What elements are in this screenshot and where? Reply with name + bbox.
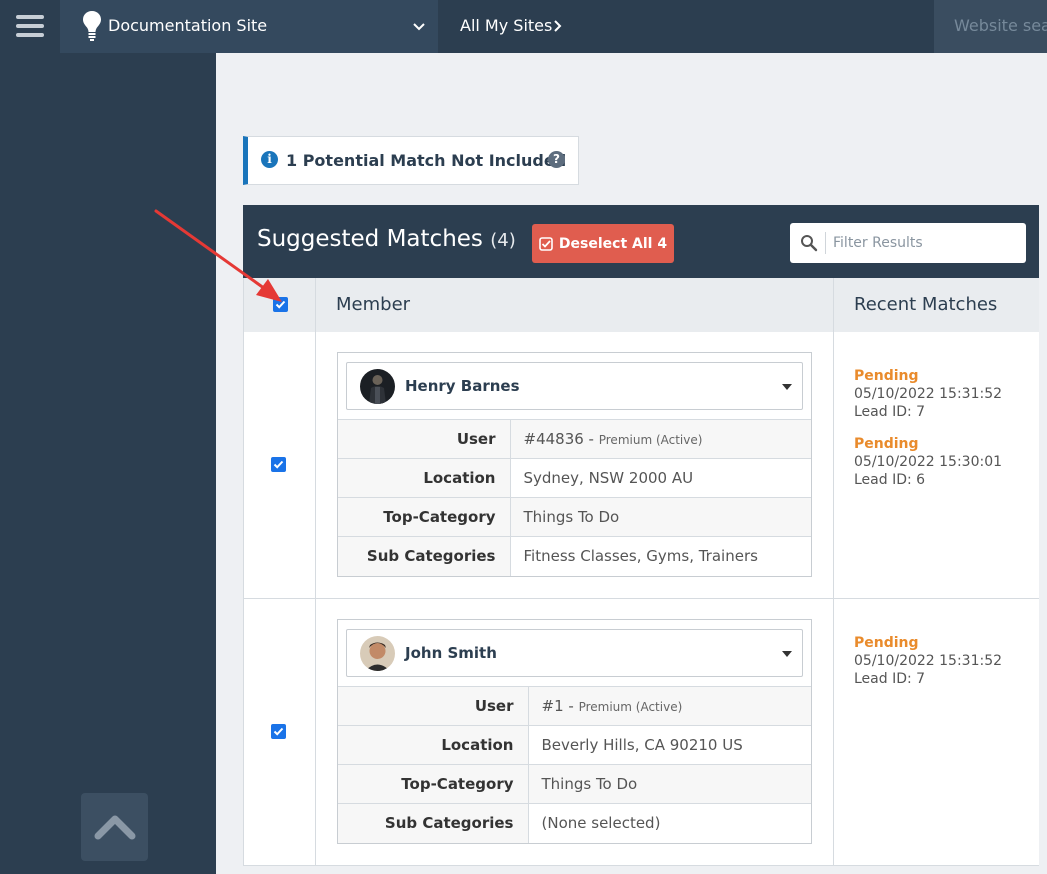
field-value: #1 - Premium (Active) bbox=[528, 686, 811, 726]
recent-matches-cell: Pending 05/10/2022 15:31:52 Lead ID: 7 P… bbox=[833, 332, 1040, 598]
filter-separator bbox=[825, 232, 826, 254]
all-my-sites-link[interactable]: All My Sites bbox=[460, 16, 552, 35]
field-value: Things To Do bbox=[528, 764, 811, 804]
recent-match: Pending 05/10/2022 15:31:52 Lead ID: 7 bbox=[854, 367, 1002, 421]
filter-results-input[interactable] bbox=[833, 232, 1018, 254]
member-column-header: Member bbox=[336, 294, 411, 315]
lead-id: Lead ID: 7 bbox=[854, 404, 926, 420]
hamburger-menu-button[interactable] bbox=[0, 0, 60, 53]
menu-icon-bar bbox=[16, 33, 44, 37]
match-date: 05/10/2022 15:31:52 bbox=[854, 653, 1003, 669]
member-card: John Smith User #1 - Premium (Active) Lo… bbox=[337, 619, 812, 844]
top-bar: Documentation Site All My Sites Website … bbox=[0, 0, 1047, 53]
member-select[interactable]: Henry Barnes bbox=[346, 362, 803, 410]
field-value: Fitness Classes, Gyms, Trainers bbox=[510, 536, 811, 576]
details-row-top-category: Top-Category Things To Do bbox=[338, 497, 811, 537]
field-label: Top-Category bbox=[338, 497, 511, 537]
filter-results-box[interactable] bbox=[790, 223, 1026, 263]
recent-matches-column: Recent Matches bbox=[833, 278, 1040, 332]
field-value: Beverly Hills, CA 90210 US bbox=[528, 725, 811, 765]
scroll-to-top-button[interactable] bbox=[81, 793, 148, 861]
match-status: Pending bbox=[854, 368, 919, 384]
details-row-location: Location Beverly Hills, CA 90210 US bbox=[338, 725, 811, 765]
avatar bbox=[360, 636, 395, 671]
check-icon bbox=[273, 727, 284, 736]
match-status: Pending bbox=[854, 635, 919, 651]
field-value: Things To Do bbox=[510, 497, 811, 537]
search-icon bbox=[801, 235, 818, 252]
membership-status: Premium (Active) bbox=[578, 700, 683, 714]
site-selector[interactable]: Documentation Site bbox=[60, 0, 438, 53]
recent-match: Pending 05/10/2022 15:31:52 Lead ID: 7 bbox=[854, 634, 1002, 688]
match-date: 05/10/2022 15:30:01 bbox=[854, 454, 1003, 470]
field-label: User bbox=[338, 686, 529, 726]
chevron-up-icon bbox=[94, 815, 136, 840]
field-label: Sub Categories bbox=[338, 803, 529, 843]
potential-match-alert: i 1 Potential Match Not Included ? bbox=[243, 136, 579, 185]
chevron-down-icon bbox=[413, 23, 425, 31]
row-checkbox[interactable] bbox=[271, 724, 286, 739]
user-id: #44836 - bbox=[523, 430, 599, 448]
check-icon bbox=[273, 460, 284, 469]
details-row-user: User #44836 - Premium (Active) bbox=[338, 419, 811, 459]
chevron-right-icon bbox=[554, 20, 562, 32]
caret-down-icon bbox=[782, 384, 792, 390]
details-row-top-category: Top-Category Things To Do bbox=[338, 764, 811, 804]
row-check-cell bbox=[244, 599, 316, 865]
row-check-cell bbox=[244, 332, 316, 598]
member-select[interactable]: John Smith bbox=[346, 629, 803, 677]
field-value: (None selected) bbox=[528, 803, 811, 843]
row-checkbox[interactable] bbox=[271, 457, 286, 472]
member-name: Henry Barnes bbox=[405, 377, 520, 395]
website-search-field[interactable]: Website search bbox=[934, 0, 1047, 53]
member-card: Henry Barnes User #44836 - Premium (Acti… bbox=[337, 352, 812, 577]
deselect-all-label: Deselect All 4 bbox=[558, 235, 668, 252]
field-label: Location bbox=[338, 458, 511, 498]
membership-status: Premium (Active) bbox=[598, 433, 703, 447]
member-details-table: User #1 - Premium (Active) Location Beve… bbox=[338, 686, 811, 843]
lightbulb-icon bbox=[83, 11, 101, 41]
site-name: Documentation Site bbox=[108, 16, 268, 35]
field-value: Sydney, NSW 2000 AU bbox=[510, 458, 811, 498]
details-row-sub-categories: Sub Categories (None selected) bbox=[338, 803, 811, 843]
info-icon: i bbox=[261, 151, 278, 168]
field-label: User bbox=[338, 419, 511, 459]
recent-matches-cell: Pending 05/10/2022 15:31:52 Lead ID: 7 bbox=[833, 599, 1040, 865]
recent-matches-column-header: Recent Matches bbox=[854, 294, 998, 315]
field-label: Sub Categories bbox=[338, 536, 511, 576]
caret-down-icon bbox=[782, 651, 792, 657]
field-label: Top-Category bbox=[338, 764, 529, 804]
recent-match: Pending 05/10/2022 15:30:01 Lead ID: 6 bbox=[854, 435, 1002, 489]
menu-icon-bar bbox=[16, 15, 44, 19]
lead-id: Lead ID: 6 bbox=[854, 472, 926, 488]
website-search-placeholder: Website search bbox=[954, 16, 1047, 35]
field-value: #44836 - Premium (Active) bbox=[510, 419, 811, 459]
question-icon[interactable]: ? bbox=[548, 151, 565, 168]
check-square-icon bbox=[539, 236, 553, 251]
sidebar bbox=[0, 53, 216, 874]
table-row: John Smith User #1 - Premium (Active) Lo… bbox=[243, 599, 1039, 866]
alert-text: 1 Potential Match Not Included bbox=[286, 151, 567, 170]
member-details-table: User #44836 - Premium (Active) Location … bbox=[338, 419, 811, 576]
match-status: Pending bbox=[854, 436, 919, 452]
deselect-all-button[interactable]: Deselect All 4 bbox=[532, 224, 674, 263]
match-count: (4) bbox=[490, 230, 516, 251]
match-date: 05/10/2022 15:31:52 bbox=[854, 386, 1003, 402]
menu-icon-bar bbox=[16, 24, 44, 28]
details-row-sub-categories: Sub Categories Fitness Classes, Gyms, Tr… bbox=[338, 536, 811, 576]
annotation-arrow bbox=[154, 209, 282, 302]
suggested-matches-header: Suggested Matches (4) Deselect All 4 bbox=[243, 205, 1039, 278]
member-name: John Smith bbox=[405, 644, 497, 662]
table-header: Member Recent Matches bbox=[243, 278, 1039, 332]
details-row-location: Location Sydney, NSW 2000 AU bbox=[338, 458, 811, 498]
field-label: Location bbox=[338, 725, 529, 765]
user-id: #1 - bbox=[541, 697, 579, 715]
avatar bbox=[360, 369, 395, 404]
details-row-user: User #1 - Premium (Active) bbox=[338, 686, 811, 726]
lead-id: Lead ID: 7 bbox=[854, 671, 926, 687]
table-row: Henry Barnes User #44836 - Premium (Acti… bbox=[243, 332, 1039, 599]
